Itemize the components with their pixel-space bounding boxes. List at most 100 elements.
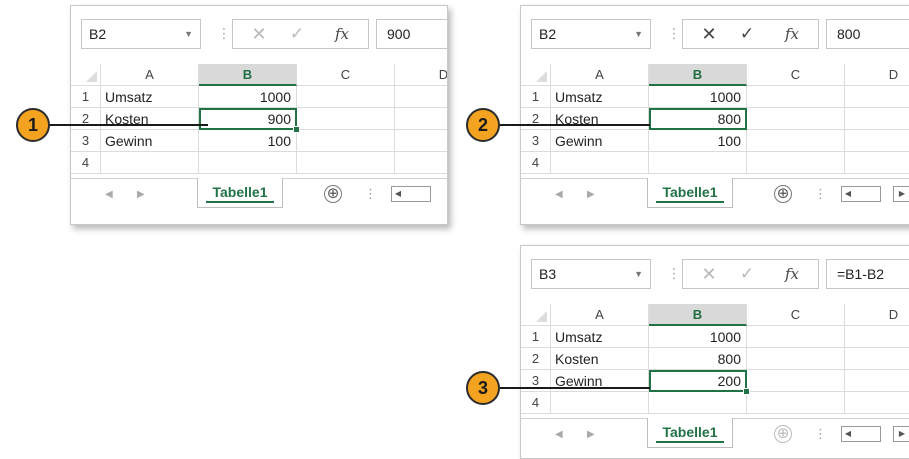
row-header[interactable]: 3	[521, 130, 551, 152]
cell-a1[interactable]: Umsatz	[551, 326, 649, 348]
cell-d1[interactable]	[845, 86, 909, 108]
cell-d2[interactable]	[845, 108, 909, 130]
cell-c3[interactable]	[747, 130, 845, 152]
formula-input[interactable]: 900	[376, 19, 447, 49]
horizontal-scrollbar[interactable]: ◀	[841, 186, 881, 202]
tab-tabelle1[interactable]: Tabelle1	[647, 178, 733, 208]
cell-d2[interactable]	[395, 108, 447, 130]
cell-a4[interactable]	[101, 152, 199, 174]
horizontal-scrollbar[interactable]: ◀	[391, 186, 431, 202]
column-header-b[interactable]: B	[649, 64, 747, 86]
cell-d4[interactable]	[395, 152, 447, 174]
chevron-down-icon[interactable]: ▼	[634, 20, 643, 48]
cell-a3[interactable]: Gewinn	[551, 130, 649, 152]
column-header-d[interactable]: D	[395, 64, 447, 86]
cell-a1[interactable]: Umsatz	[551, 86, 649, 108]
cell-b1[interactable]: 1000	[649, 86, 747, 108]
cell-a2[interactable]: Kosten	[551, 108, 649, 130]
scroll-left-icon[interactable]: ◀	[842, 187, 854, 201]
cell-b1[interactable]: 1000	[199, 86, 297, 108]
name-box[interactable]: B2 ▼	[81, 19, 201, 49]
cell-d4[interactable]	[845, 152, 909, 174]
enter-icon[interactable]: ✓	[283, 20, 311, 48]
cell-a2[interactable]: Kosten	[551, 348, 649, 370]
row-header[interactable]: 3	[71, 130, 101, 152]
cell-b2[interactable]: 800	[649, 348, 747, 370]
cell-d3[interactable]	[845, 370, 909, 392]
add-sheet-icon[interactable]: ⊕	[774, 185, 792, 203]
name-box[interactable]: B3 ▼	[531, 259, 651, 289]
row-header[interactable]: 4	[521, 152, 551, 174]
formula-input[interactable]: =B1-B2	[826, 259, 909, 289]
fill-handle[interactable]	[743, 388, 750, 395]
row-header[interactable]: 4	[521, 392, 551, 414]
scroll-right-button[interactable]: ▶	[893, 426, 909, 442]
nav-right-icon[interactable]: ▶	[587, 429, 595, 440]
scroll-right-icon[interactable]: ▶	[896, 427, 908, 441]
cell-c4[interactable]	[297, 152, 395, 174]
cell-c1[interactable]	[747, 86, 845, 108]
add-sheet-icon[interactable]: ⊕	[774, 425, 792, 443]
row-header[interactable]: 1	[521, 86, 551, 108]
horizontal-scrollbar[interactable]: ◀	[841, 426, 881, 442]
row-header[interactable]: 1	[521, 326, 551, 348]
column-header-c[interactable]: C	[297, 64, 395, 86]
nav-left-icon[interactable]: ◀	[555, 429, 563, 440]
cell-d1[interactable]	[395, 86, 447, 108]
row-header[interactable]: 4	[71, 152, 101, 174]
cell-b4[interactable]	[199, 152, 297, 174]
column-header-c[interactable]: C	[747, 64, 845, 86]
cell-c4[interactable]	[747, 152, 845, 174]
cell-c1[interactable]	[747, 326, 845, 348]
cell-a1[interactable]: Umsatz	[101, 86, 199, 108]
cancel-icon[interactable]: ✕	[695, 20, 723, 48]
cell-c2[interactable]	[747, 348, 845, 370]
column-header-a[interactable]: A	[551, 304, 649, 326]
cell-c3[interactable]	[747, 370, 845, 392]
cell-c3[interactable]	[297, 130, 395, 152]
cell-a4[interactable]	[551, 392, 649, 414]
chevron-down-icon[interactable]: ▼	[634, 260, 643, 288]
insert-function-icon[interactable]: fx	[778, 20, 806, 48]
scroll-right-icon[interactable]: ▶	[896, 187, 908, 201]
cell-a3[interactable]: Gewinn	[101, 130, 199, 152]
column-header-a[interactable]: A	[551, 64, 649, 86]
column-header-b[interactable]: B	[649, 304, 747, 326]
nav-right-icon[interactable]: ▶	[137, 189, 145, 200]
chevron-down-icon[interactable]: ▼	[184, 20, 193, 48]
enter-icon[interactable]: ✓	[733, 20, 761, 48]
scroll-left-icon[interactable]: ◀	[392, 187, 404, 201]
column-header-c[interactable]: C	[747, 304, 845, 326]
row-header[interactable]: 2	[521, 108, 551, 130]
fill-handle[interactable]	[293, 126, 300, 133]
tab-tabelle1[interactable]: Tabelle1	[197, 178, 283, 208]
column-header-a[interactable]: A	[101, 64, 199, 86]
cell-b4[interactable]	[649, 152, 747, 174]
cancel-icon[interactable]: ✕	[245, 20, 273, 48]
cell-a2[interactable]: Kosten	[101, 108, 199, 130]
cell-b3[interactable]: 100	[199, 130, 297, 152]
cell-b4[interactable]	[649, 392, 747, 414]
cell-d3[interactable]	[395, 130, 447, 152]
select-all-corner[interactable]	[71, 64, 101, 86]
cell-c2[interactable]	[747, 108, 845, 130]
column-header-b[interactable]: B	[199, 64, 297, 86]
tab-tabelle1[interactable]: Tabelle1	[647, 418, 733, 448]
scroll-left-icon[interactable]: ◀	[842, 427, 854, 441]
enter-icon[interactable]: ✓	[733, 260, 761, 288]
cell-c4[interactable]	[747, 392, 845, 414]
scroll-right-button[interactable]: ▶	[893, 186, 909, 202]
cell-d4[interactable]	[845, 392, 909, 414]
add-sheet-icon[interactable]: ⊕	[324, 185, 342, 203]
cell-d2[interactable]	[845, 348, 909, 370]
select-all-corner[interactable]	[521, 64, 551, 86]
nav-left-icon[interactable]: ◀	[105, 189, 113, 200]
nav-right-icon[interactable]: ▶	[587, 189, 595, 200]
row-header[interactable]: 2	[521, 348, 551, 370]
name-box[interactable]: B2 ▼	[531, 19, 651, 49]
select-all-corner[interactable]	[521, 304, 551, 326]
cell-d3[interactable]	[845, 130, 909, 152]
cell-c2[interactable]	[297, 108, 395, 130]
formula-input[interactable]: 800	[826, 19, 909, 49]
nav-left-icon[interactable]: ◀	[555, 189, 563, 200]
